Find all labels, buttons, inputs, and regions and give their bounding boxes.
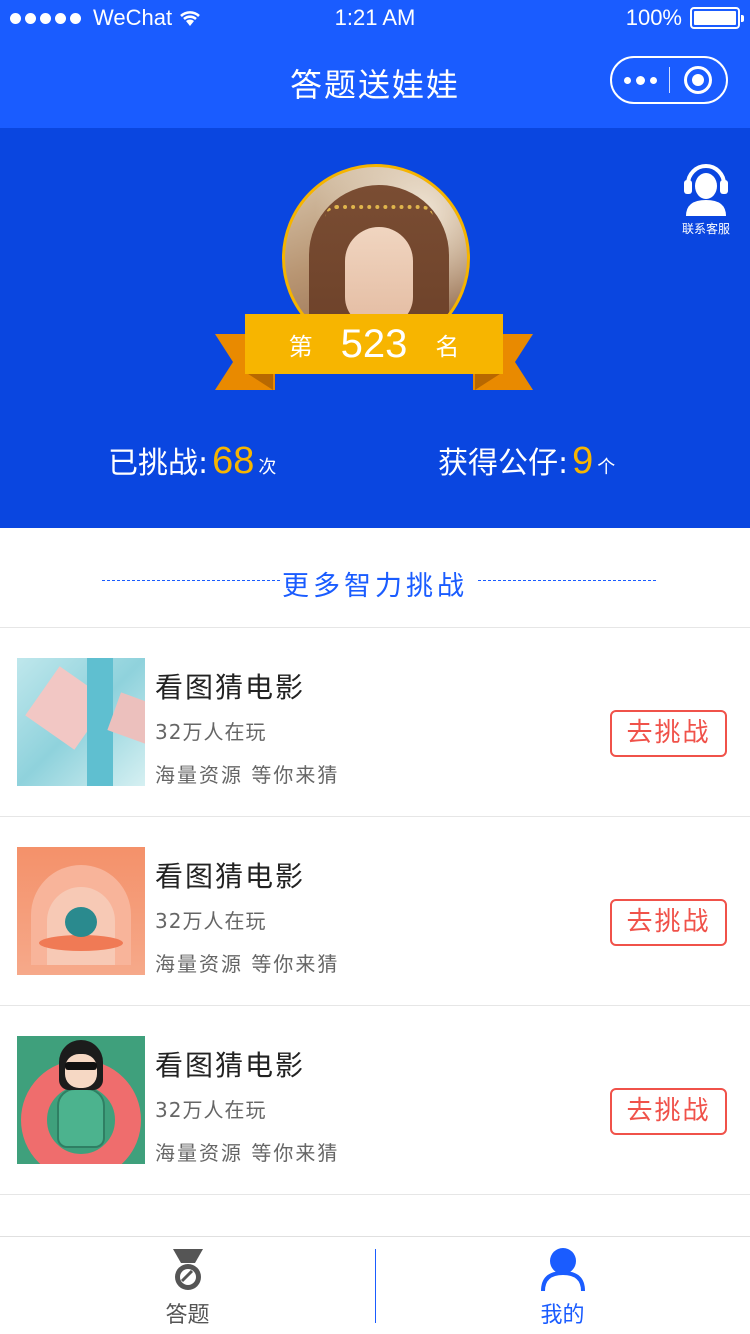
game-players: 32万人在玩 <box>155 1098 267 1122</box>
challenged-count: 68 <box>212 440 255 482</box>
challenge-button[interactable]: 去挑战 <box>610 710 727 757</box>
status-right: 100% <box>625 5 744 31</box>
rank-ribbon: 第 523 名 <box>215 314 533 392</box>
game-thumbnail <box>17 1036 145 1164</box>
challenge-button[interactable]: 去挑战 <box>610 1088 727 1135</box>
section-title: 更多智力挑战 <box>282 571 468 602</box>
customer-service-label: 联系客服 <box>681 222 730 236</box>
game-players: 32万人在玩 <box>155 909 267 933</box>
close-circle-icon[interactable] <box>669 66 726 94</box>
divider-right <box>478 580 656 581</box>
user-icon <box>541 1248 585 1292</box>
status-bar: WeChat 1:21 AM 100% <box>0 0 750 36</box>
tab-quiz[interactable]: 答题 <box>0 1237 375 1334</box>
game-info: 看图猜电影 32万人在玩 海量资源 等你来猜 <box>155 855 339 977</box>
game-name: 看图猜电影 <box>155 671 306 704</box>
challenge-button[interactable]: 去挑战 <box>610 899 727 946</box>
list-item[interactable]: 看图猜电影 32万人在玩 海量资源 等你来猜 去挑战 <box>0 1006 750 1195</box>
tab-mine[interactable]: 我的 <box>375 1237 750 1334</box>
dolls-stat: 获得公仔: 9 个 <box>438 438 615 483</box>
challenged-unit: 次 <box>258 457 277 478</box>
rank-prefix: 第 <box>288 332 313 361</box>
dolls-label: 获得公仔: <box>438 446 569 481</box>
game-name: 看图猜电影 <box>155 1049 306 1082</box>
list-item[interactable]: 看图猜电影 32万人在玩 海量资源 等你来猜 去挑战 <box>0 628 750 817</box>
tab-mine-label: 我的 <box>540 1303 585 1328</box>
game-thumbnail <box>17 658 145 786</box>
challenged-label: 已挑战: <box>108 446 209 481</box>
list-item[interactable]: 看图猜电影 32万人在玩 海量资源 等你来猜 去挑战 <box>0 817 750 1006</box>
mini-program-capsule <box>610 56 728 104</box>
tab-bar: 答题 我的 <box>0 1236 750 1334</box>
game-list: 看图猜电影 32万人在玩 海量资源 等你来猜 去挑战 看图猜电影 32万人在玩 … <box>0 628 750 1195</box>
game-info: 看图猜电影 32万人在玩 海量资源 等你来猜 <box>155 1044 339 1166</box>
tab-quiz-label: 答题 <box>165 1303 210 1328</box>
battery-percent: 100% <box>625 5 682 30</box>
game-description: 海量资源 等你来猜 <box>155 763 340 787</box>
rank-suffix: 名 <box>435 332 460 361</box>
battery-icon <box>690 7 744 29</box>
game-description: 海量资源 等你来猜 <box>155 952 340 976</box>
challenged-stat: 已挑战: 68 次 <box>108 438 276 483</box>
customer-service-button[interactable]: 联系客服 <box>676 158 736 237</box>
section-header: 更多智力挑战 <box>0 528 750 628</box>
nav-bar: 答题送娃娃 <box>0 36 750 128</box>
medal-icon <box>173 1249 203 1290</box>
page: WeChat 1:21 AM 100% 答题送娃娃 联系客服 第 523 名 已… <box>0 0 750 1334</box>
game-info: 看图猜电影 32万人在玩 海量资源 等你来猜 <box>155 666 339 788</box>
profile-hero: 联系客服 第 523 名 已挑战: 68 次 获得公仔: 9 个 <box>0 128 750 528</box>
game-thumbnail <box>17 847 145 975</box>
dolls-unit: 个 <box>597 457 616 478</box>
headset-icon <box>684 164 728 216</box>
game-name: 看图猜电影 <box>155 860 306 893</box>
game-description: 海量资源 等你来猜 <box>155 1141 340 1165</box>
rank-number: 523 <box>340 321 408 366</box>
game-players: 32万人在玩 <box>155 720 267 744</box>
more-dots-icon[interactable] <box>612 75 669 85</box>
dolls-count: 9 <box>572 440 594 482</box>
rank-band: 第 523 名 <box>245 314 503 374</box>
